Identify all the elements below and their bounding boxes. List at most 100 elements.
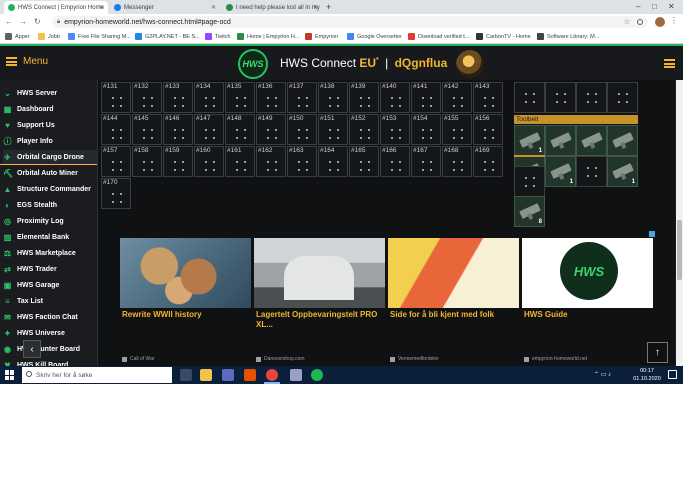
window-close-icon[interactable]: ✕ (668, 2, 675, 12)
bookmark-item[interactable]: Twitch (205, 33, 231, 40)
sidebar-item-orbital-cargo-drone[interactable]: ✈ Orbital Cargo Drone (0, 150, 97, 165)
inventory-slot[interactable]: #135 (225, 82, 255, 113)
toolbelt-item-slot[interactable]: 8 (514, 196, 545, 227)
inventory-slot[interactable]: #150 (287, 114, 317, 145)
sidebar-item-orbital-auto-miner[interactable]: ⛏ Orbital Auto Miner (3, 166, 97, 180)
bookmark-item[interactable]: CarbonTV - Home (476, 33, 531, 40)
sidebar-item-hws-hunter-board[interactable]: ◉ HWS Hunter Board (3, 342, 97, 356)
inventory-slot[interactable]: #154 (411, 114, 441, 145)
tab-messenger[interactable]: Messenger ✕ (110, 1, 220, 14)
toolbelt-item-slot[interactable] (576, 125, 607, 156)
ad-headline[interactable]: HWS Guide (524, 310, 652, 320)
inventory-slot[interactable]: #147 (194, 114, 224, 145)
inventory-slot[interactable]: #164 (318, 146, 348, 177)
bookmark-star-icon[interactable]: ☆ (624, 18, 630, 26)
menu-button[interactable]: Menu (6, 56, 48, 67)
toolbelt-item-slot[interactable]: 1 (514, 125, 545, 156)
hws-logo[interactable]: HWS (238, 49, 268, 79)
scroll-to-top-button[interactable]: ↑ (647, 342, 668, 363)
ad-card[interactable]: Side for å bli kjent med folk Vennemedfor… (388, 238, 519, 366)
inventory-slot[interactable]: #167 (411, 146, 441, 177)
hws-logo-image[interactable] (522, 238, 653, 308)
tab-hws-connect[interactable]: HWS Connect | Empyrion Home ✕ (4, 1, 108, 14)
inventory-slot[interactable]: #137 (287, 82, 317, 113)
toolbelt-item-slot[interactable]: 1 (607, 156, 638, 187)
browser-menu-icon[interactable]: ⋮ (670, 16, 678, 25)
inventory-slot[interactable]: #132 (132, 82, 162, 113)
system-tray-icons[interactable]: ⌃ ▭ ♪ (594, 371, 611, 378)
taskbar-clock[interactable]: 00:17 01.10.2020 (631, 367, 663, 383)
inventory-slot[interactable]: #134 (194, 82, 224, 113)
tent-image[interactable] (254, 238, 385, 308)
sidebar-item-hws-universe[interactable]: ✦ HWS Universe (3, 326, 97, 340)
inventory-slot[interactable]: #142 (442, 82, 472, 113)
close-icon[interactable]: ✕ (313, 4, 318, 11)
ad-card[interactable]: HWS Guide empyrion-homeworld.net (522, 238, 653, 366)
sidebar-item-egs-stealth[interactable]: ◐ EGS Stealth (3, 198, 97, 212)
inventory-slot[interactable]: #168 (442, 146, 472, 177)
device-slot[interactable] (514, 82, 545, 113)
inventory-slot[interactable]: #155 (442, 114, 472, 145)
inventory-slot[interactable]: #144 (101, 114, 131, 145)
ad-headline[interactable]: Lagertelt Oppbevaringstelt PRO XL... (256, 310, 384, 330)
bookmark-item[interactable]: Software Library: M... (537, 33, 599, 40)
device-slot[interactable] (576, 156, 607, 187)
map-image[interactable] (120, 238, 251, 308)
inventory-slot[interactable]: #159 (163, 146, 193, 177)
inventory-slot[interactable]: #143 (473, 82, 503, 113)
toolbelt-item-slot[interactable] (607, 125, 638, 156)
device-slot[interactable] (514, 166, 545, 197)
device-slot[interactable] (607, 82, 638, 113)
task-view-icon[interactable] (180, 369, 192, 381)
inventory-slot[interactable]: #138 (318, 82, 348, 113)
sidebar-item-structure-commander[interactable]: ▲ Structure Commander (3, 182, 97, 196)
windows-start-icon[interactable] (5, 370, 15, 380)
bookmark-item[interactable]: Apper (5, 33, 30, 40)
extension-icon[interactable] (637, 19, 643, 25)
user-menu-icon[interactable] (664, 59, 675, 68)
url-input[interactable]: 🔒︎ empyrion-homeworld.net/hws-connect.ht… (52, 16, 648, 28)
inventory-slot[interactable]: #163 (287, 146, 317, 177)
inventory-slot[interactable]: #149 (256, 114, 286, 145)
toolbelt-item-slot[interactable] (545, 125, 576, 156)
tab-forum-post[interactable]: I need help please lost all in my ✕ (222, 1, 322, 14)
inventory-slot[interactable]: #169 (473, 146, 503, 177)
sidebar-item-hws-marketplace[interactable]: ⚖ HWS Marketplace (3, 246, 97, 260)
office-icon[interactable] (244, 369, 256, 381)
notification-icon[interactable] (668, 370, 677, 379)
sidebar-item-proximity-log[interactable]: ◎ Proximity Log (3, 214, 97, 228)
inventory-slot[interactable]: #133 (163, 82, 193, 113)
inventory-slot[interactable]: #158 (132, 146, 162, 177)
inventory-slot[interactable]: #152 (349, 114, 379, 145)
inventory-slot[interactable]: #140 (380, 82, 410, 113)
inventory-slot[interactable]: #151 (318, 114, 348, 145)
close-icon[interactable]: ✕ (99, 4, 104, 11)
back-arrow-icon[interactable]: ← (5, 17, 13, 27)
sidebar-item-hws-kill-board[interactable]: ✖ HWS Kill Board (3, 358, 97, 367)
store-icon[interactable] (222, 369, 234, 381)
close-icon[interactable]: ✕ (211, 4, 216, 11)
inventory-slot[interactable]: #156 (473, 114, 503, 145)
bookmark-item[interactable]: Empyrion (305, 33, 338, 40)
inventory-slot[interactable]: #160 (194, 146, 224, 177)
inventory-slot[interactable]: #165 (349, 146, 379, 177)
adchoices-icon[interactable] (649, 231, 655, 237)
bookmark-item[interactable]: Free File Sharing M... (68, 33, 131, 40)
reload-icon[interactable]: ↻ (34, 17, 41, 27)
inventory-slot[interactable]: #166 (380, 146, 410, 177)
avatar[interactable] (456, 50, 484, 78)
carousel-prev-button[interactable]: ‹ (23, 340, 41, 358)
bookmark-item[interactable]: Home | Empyrion H... (237, 33, 299, 40)
toolbelt-item-slot[interactable]: 1 (545, 156, 576, 187)
inventory-slot[interactable]: #157 (101, 146, 131, 177)
inventory-slot[interactable]: #145 (132, 114, 162, 145)
inventory-slot[interactable]: #148 (225, 114, 255, 145)
sidebar-item-hws-trader[interactable]: ⇄ HWS Trader (3, 262, 97, 276)
file-explorer-icon[interactable] (200, 369, 212, 381)
ad-card[interactable]: Rewrite WWII history Call of War (120, 238, 251, 366)
bookmark-item[interactable]: Google Oversetter (347, 33, 402, 40)
sidebar-item-dashboard[interactable]: ▦ Dashboard (3, 102, 97, 116)
device-slot[interactable] (545, 82, 576, 113)
inventory-slot[interactable]: #161 (225, 146, 255, 177)
ad-headline[interactable]: Rewrite WWII history (122, 310, 250, 320)
